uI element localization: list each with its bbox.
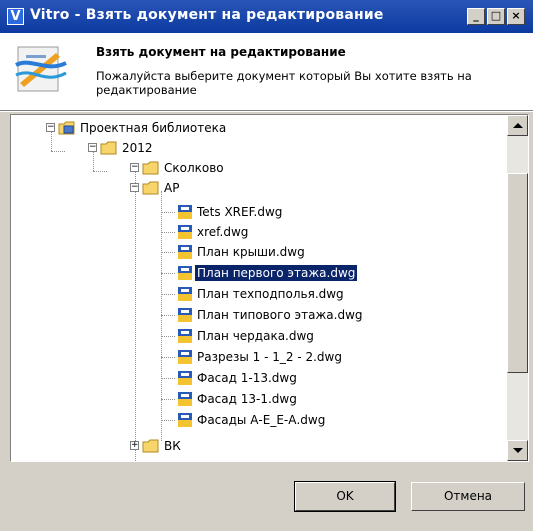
folder-open-icon bbox=[142, 181, 159, 195]
tree-line bbox=[161, 252, 175, 253]
library-folder-icon bbox=[58, 121, 75, 135]
dwg-file-icon bbox=[178, 350, 192, 364]
arrow-down-icon bbox=[513, 448, 523, 453]
dwg-file-icon bbox=[178, 225, 192, 239]
tree-node-2012[interactable]: − 2012 bbox=[11, 139, 311, 157]
tree-node-label: План техподполья.dwg bbox=[197, 287, 344, 301]
tree-node-label: Фасад 13-1.dwg bbox=[197, 392, 297, 406]
tree-node-label: Фасады А-Е_Е-А.dwg bbox=[197, 413, 326, 427]
dialog-header: Взять документ на редактирование Пожалуй… bbox=[0, 33, 533, 110]
tree-line bbox=[161, 212, 175, 213]
tree-line bbox=[161, 378, 175, 379]
tree-node-vk[interactable]: + ВК bbox=[11, 437, 311, 455]
window-title: Vitro - Взять документ на редактирование bbox=[30, 7, 384, 23]
tree-node-label: Сколково bbox=[164, 161, 224, 175]
dwg-file-icon bbox=[178, 371, 192, 385]
collapse-toggle[interactable]: − bbox=[46, 123, 55, 132]
tree-node-label: Разрезы 1 - 1_2 - 2.dwg bbox=[197, 350, 342, 364]
tree-line bbox=[161, 420, 175, 421]
tree-node-skolkovo[interactable]: − Сколково bbox=[11, 159, 311, 177]
tree-file-item[interactable]: xref.dwg bbox=[11, 223, 411, 241]
tree-node-label: 2012 bbox=[122, 141, 153, 155]
scroll-down-button[interactable] bbox=[507, 440, 528, 461]
tree-node-label: План типового этажа.dwg bbox=[197, 308, 363, 322]
cancel-button[interactable]: Отмена bbox=[411, 482, 525, 511]
tree-node-label: xref.dwg bbox=[197, 225, 249, 239]
tree-node-project-library[interactable]: − Проектная библиотека bbox=[11, 119, 311, 137]
tree-node-label: План крыши.dwg bbox=[197, 245, 305, 259]
dwg-file-icon bbox=[178, 245, 192, 259]
tree-node-label: АР bbox=[164, 181, 180, 195]
scroll-thumb[interactable] bbox=[507, 173, 528, 373]
dialog-window: V Vitro - Взять документ на редактирован… bbox=[0, 0, 533, 531]
tree-line bbox=[161, 294, 175, 295]
tree-node-label: Проектная библиотека bbox=[80, 121, 227, 135]
maximize-button[interactable]: □ bbox=[487, 8, 505, 25]
folder-open-icon bbox=[100, 141, 117, 155]
tree-file-item[interactable]: План типового этажа.dwg bbox=[11, 306, 411, 324]
tree-file-item[interactable]: План техподполья.dwg bbox=[11, 285, 411, 303]
tree-file-item[interactable]: Фасад 13-1.dwg bbox=[11, 390, 411, 408]
collapse-toggle[interactable]: − bbox=[130, 163, 139, 172]
document-wizard-icon bbox=[15, 46, 67, 92]
tree-line bbox=[161, 315, 175, 316]
tree-node-label: Фасад 1-13.dwg bbox=[197, 371, 297, 385]
tree-file-item[interactable]: Фасады А-Е_Е-А.dwg bbox=[11, 411, 411, 429]
dwg-file-icon bbox=[178, 266, 192, 280]
tree-node-label: План первого этажа.dwg bbox=[193, 264, 359, 282]
tree-file-item[interactable]: Tets XREF.dwg bbox=[11, 203, 411, 221]
header-separator bbox=[0, 110, 533, 112]
dwg-file-icon bbox=[178, 392, 192, 406]
tree-file-item[interactable]: План чердака.dwg bbox=[11, 327, 411, 345]
tree-file-item[interactable]: Разрезы 1 - 1_2 - 2.dwg bbox=[11, 348, 411, 366]
header-title: Взять документ на редактирование bbox=[96, 45, 346, 59]
close-button[interactable]: × bbox=[507, 8, 525, 25]
title-bar[interactable]: V Vitro - Взять документ на редактирован… bbox=[0, 0, 533, 33]
tree-line bbox=[161, 336, 175, 337]
collapse-toggle[interactable]: − bbox=[88, 143, 97, 152]
tree-node-ar[interactable]: − АР bbox=[11, 179, 311, 197]
tree-node-label: План чердака.dwg bbox=[197, 329, 314, 343]
tree-line bbox=[161, 273, 175, 274]
tree-line bbox=[161, 399, 175, 400]
folder-icon bbox=[142, 439, 159, 453]
folder-open-icon bbox=[142, 161, 159, 175]
vitro-app-icon: V bbox=[7, 8, 24, 25]
ok-button[interactable]: OK bbox=[294, 481, 396, 512]
tree-file-item[interactable]: План крыши.dwg bbox=[11, 243, 411, 261]
minimize-button[interactable]: _ bbox=[467, 8, 485, 25]
header-description: Пожалуйста выберите документ который Вы … bbox=[96, 69, 472, 97]
tree-node-label: ВК bbox=[164, 439, 181, 453]
collapse-toggle[interactable]: − bbox=[130, 183, 139, 192]
dwg-file-icon bbox=[178, 205, 192, 219]
dwg-file-icon bbox=[178, 413, 192, 427]
tree-line bbox=[161, 232, 175, 233]
tree-file-item-selected[interactable]: План первого этажа.dwg bbox=[11, 264, 411, 282]
vertical-scrollbar[interactable] bbox=[507, 115, 528, 461]
dwg-file-icon bbox=[178, 329, 192, 343]
dwg-file-icon bbox=[178, 287, 192, 301]
tree-file-item[interactable]: Фасад 1-13.dwg bbox=[11, 369, 411, 387]
scroll-up-button[interactable] bbox=[507, 115, 528, 136]
tree-content: − Проектная библиотека − 2012 − Сколково… bbox=[11, 115, 507, 461]
expand-toggle[interactable]: + bbox=[130, 441, 139, 450]
tree-line bbox=[161, 357, 175, 358]
arrow-up-icon bbox=[513, 123, 523, 128]
tree-node-label: Tets XREF.dwg bbox=[197, 205, 283, 219]
dwg-file-icon bbox=[178, 308, 192, 322]
document-tree[interactable]: − Проектная библиотека − 2012 − Сколково… bbox=[10, 114, 529, 462]
